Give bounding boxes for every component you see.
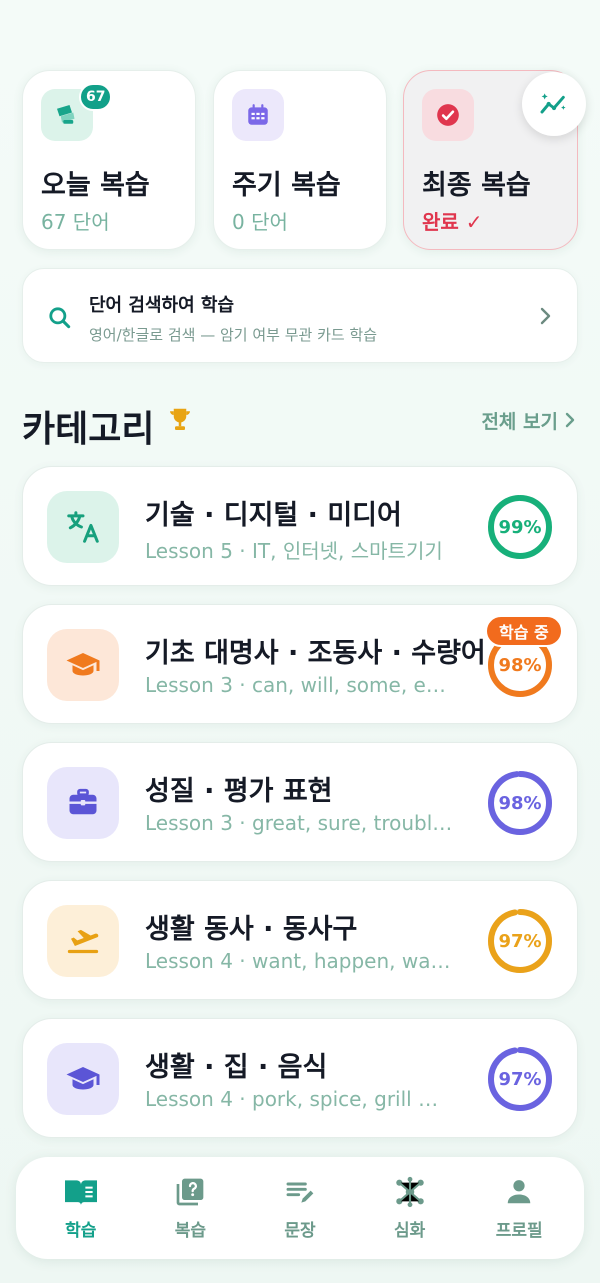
- nav-label: 학습: [65, 1220, 97, 1241]
- search-title: 단어 검색하여 학습: [89, 295, 235, 316]
- briefcase-icon: [47, 767, 119, 839]
- word-search-card[interactable]: 단어 검색하여 학습 영어/한글로 검색 — 암기 여부 무관 카드 학습: [22, 268, 578, 363]
- review-cards: 67 오늘 복습 67 단어 주기 복습 0 단어 최종 복습 완료 ✓: [22, 70, 586, 252]
- nav-review[interactable]: 복습: [140, 1176, 240, 1241]
- final-review-status: 완료 ✓: [422, 210, 483, 234]
- category-card[interactable]: 생활 동사 · 동사구 Lesson 4 · want, happen, wa……: [22, 880, 578, 1000]
- book-icon: [64, 1179, 97, 1205]
- nav-learn[interactable]: 학습: [31, 1176, 131, 1241]
- progress-percent: 99%: [498, 516, 542, 538]
- chevron-right-icon[interactable]: [562, 410, 578, 430]
- category-title: 기초 대명사 · 조동사 · 수량어: [145, 638, 486, 669]
- progress-percent: 97%: [498, 1068, 542, 1090]
- nav-advanced[interactable]: 심화: [360, 1176, 460, 1241]
- today-review-count: 67 단어: [41, 210, 110, 234]
- periodic-review-title: 주기 복습: [232, 170, 341, 201]
- periodic-review-count: 0 단어: [232, 210, 288, 234]
- category-subtitle: Lesson 3 · can, will, some, e…: [145, 673, 446, 697]
- chevron-right-icon: [540, 307, 551, 325]
- network-icon: [395, 1176, 424, 1207]
- search-icon: [49, 307, 71, 329]
- category-card[interactable]: 성질 · 평가 표현 Lesson 3 · great, sure, troub…: [22, 742, 578, 862]
- category-card[interactable]: 기술 · 디지털 · 미디어 Lesson 5 · IT, 인터넷, 스마트기기…: [22, 466, 578, 586]
- today-count-badge: 67: [79, 83, 113, 111]
- category-title: 생활 · 집 · 음식: [145, 1052, 328, 1083]
- today-review-title: 오늘 복습: [41, 170, 150, 201]
- check-circle-icon: [422, 89, 474, 141]
- see-all-link[interactable]: 전체 보기: [481, 407, 558, 434]
- nav-label: 복습: [174, 1220, 207, 1241]
- category-subtitle: Lesson 5 · IT, 인터넷, 스마트기기: [145, 539, 443, 563]
- edit-note-icon: [286, 1182, 314, 1203]
- nav-label: 프로필: [495, 1220, 543, 1241]
- trend-button[interactable]: [522, 72, 586, 136]
- nav-label: 심화: [393, 1220, 426, 1241]
- quiz-icon: [177, 1178, 204, 1205]
- bottom-navigation: 학습 복습 문장 심화 프로필: [16, 1157, 584, 1259]
- category-title: 기술 · 디지털 · 미디어: [145, 500, 402, 531]
- trend-sparkle-icon: [540, 93, 566, 114]
- today-review-card[interactable]: 67 오늘 복습 67 단어: [22, 70, 196, 250]
- calendar-icon: [232, 89, 284, 141]
- translate-icon: [47, 491, 119, 563]
- search-subtitle: 영어/한글로 검색 — 암기 여부 무관 카드 학습: [89, 326, 378, 344]
- person-icon: [507, 1179, 531, 1203]
- final-review-title: 최종 복습: [422, 170, 531, 201]
- progress-percent: 98%: [498, 792, 542, 814]
- graduation-cap-icon: [47, 629, 119, 701]
- category-subtitle: Lesson 3 · great, sure, troubl…: [145, 811, 453, 835]
- nav-label: 문장: [284, 1220, 316, 1241]
- studying-badge: 학습 중: [485, 615, 563, 647]
- trophy-icon: [170, 408, 190, 430]
- category-subtitle: Lesson 4 · want, happen, wa…: [145, 949, 451, 973]
- category-card[interactable]: 생활 · 집 · 음식 Lesson 4 · pork, spice, gril…: [22, 1018, 578, 1138]
- category-card[interactable]: 기초 대명사 · 조동사 · 수량어 Lesson 3 · can, will,…: [22, 604, 578, 724]
- category-subtitle: Lesson 4 · pork, spice, grill …: [145, 1087, 439, 1111]
- category-title: 성질 · 평가 표현: [145, 776, 333, 807]
- category-title: 생활 동사 · 동사구: [145, 914, 358, 945]
- progress-percent: 97%: [498, 930, 542, 952]
- nav-sentence[interactable]: 문장: [250, 1176, 350, 1241]
- flight-takeoff-icon: [47, 905, 119, 977]
- graduation-cap-icon: [47, 1043, 119, 1115]
- periodic-review-card[interactable]: 주기 복습 0 단어: [213, 70, 387, 250]
- categories-title: 카테고리: [22, 409, 155, 450]
- nav-profile[interactable]: 프로필: [469, 1176, 569, 1241]
